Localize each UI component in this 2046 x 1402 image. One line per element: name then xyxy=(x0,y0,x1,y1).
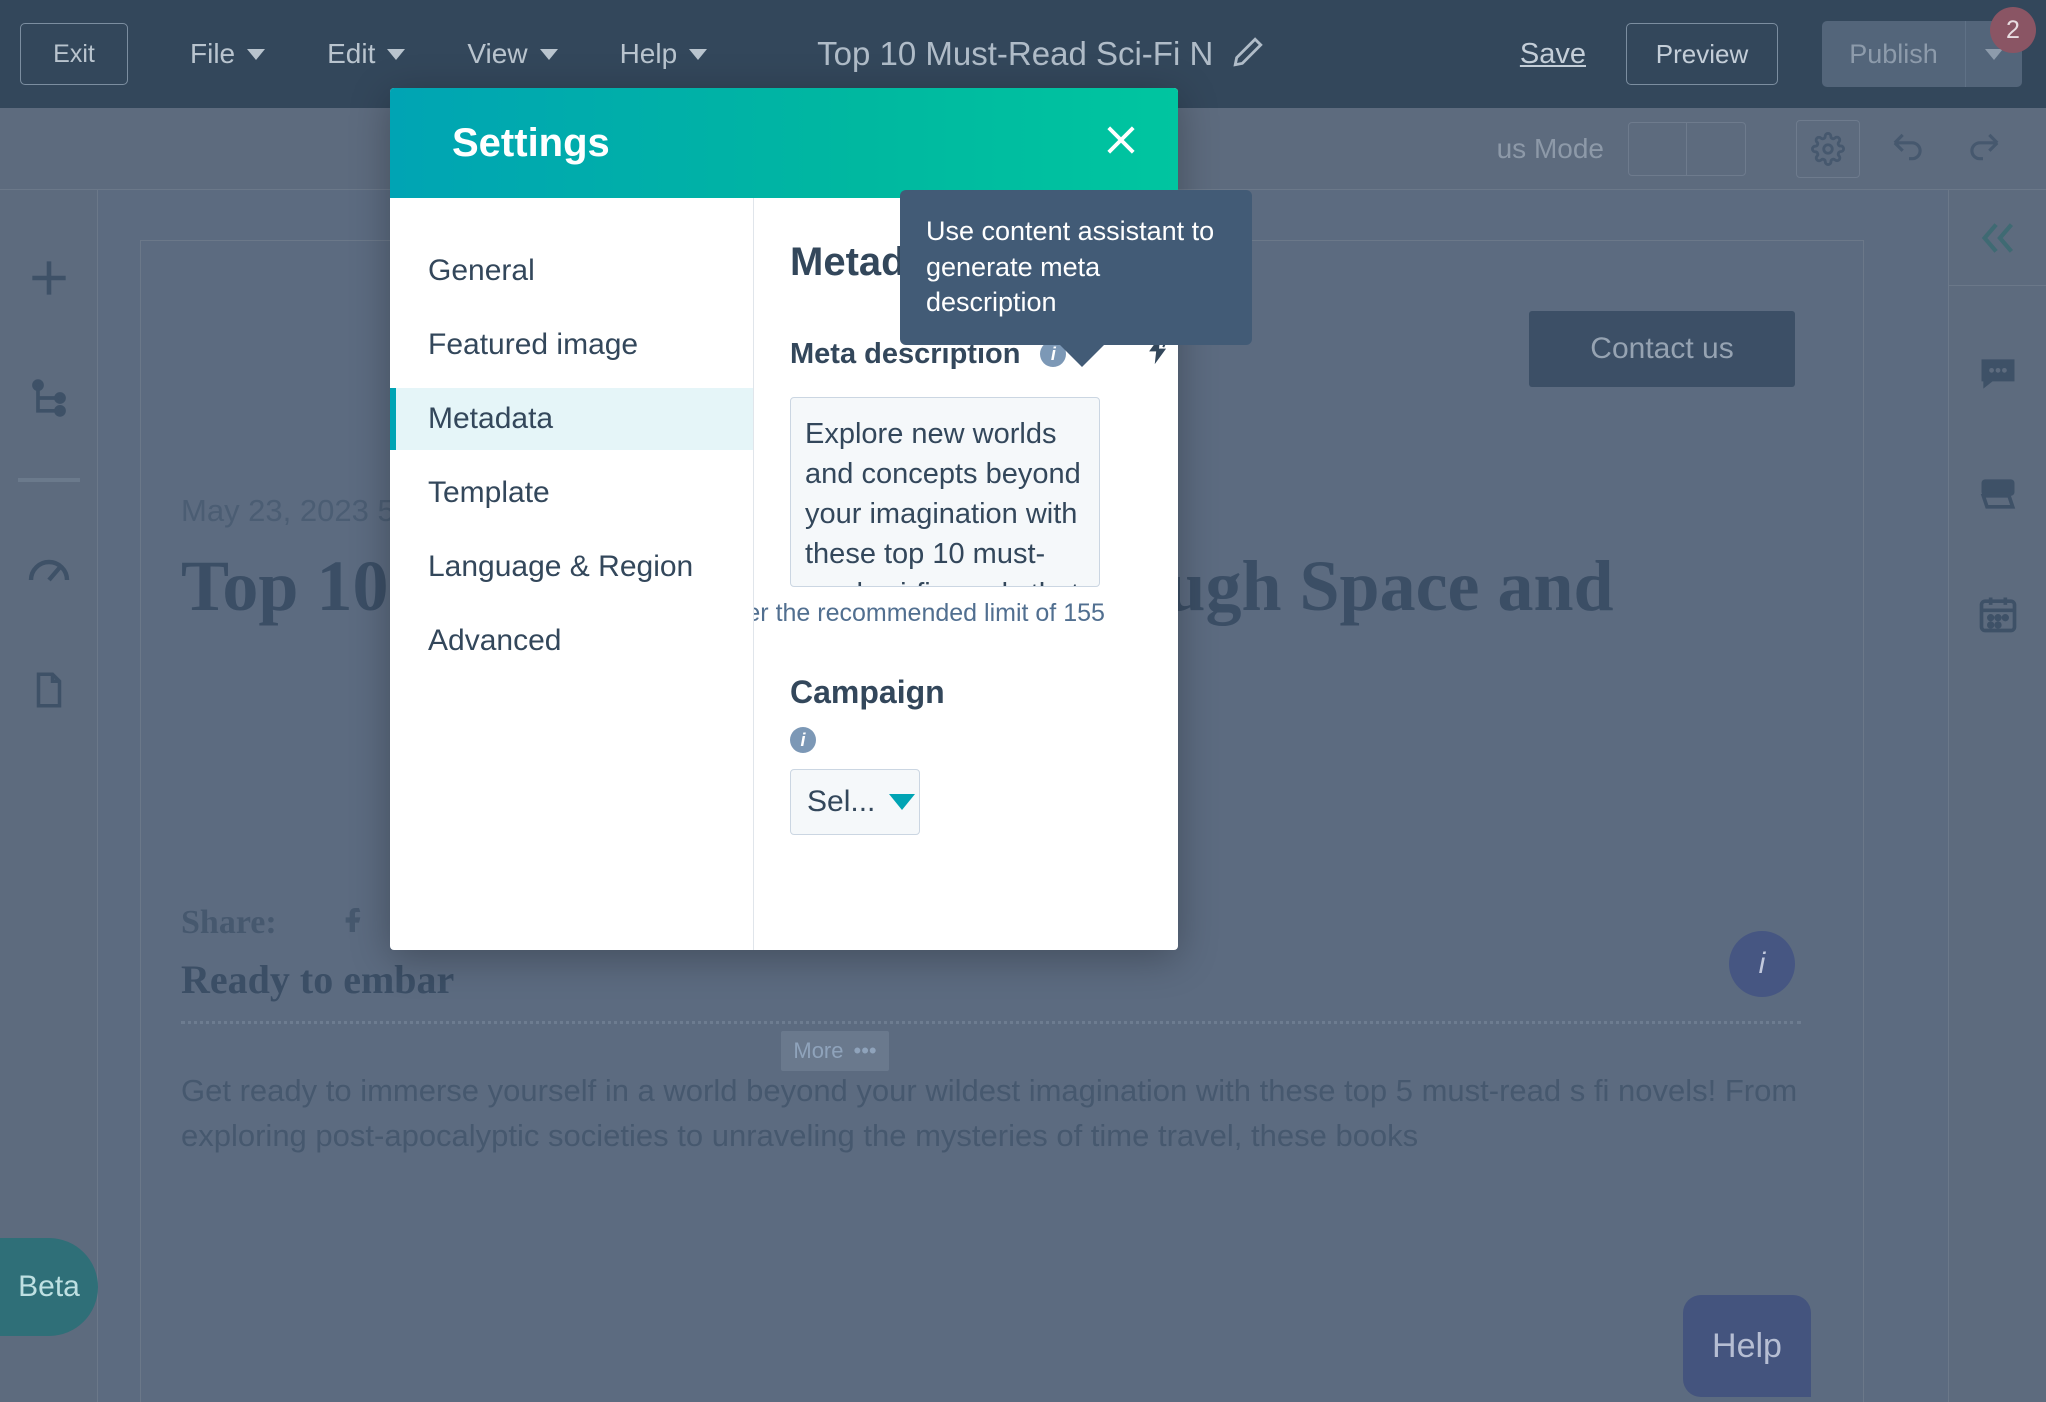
settings-modal-header: Settings xyxy=(390,88,1178,198)
settings-nav-language-region[interactable]: Language & Region xyxy=(390,536,753,598)
document-title[interactable]: Top 10 Must-Read Sci-Fi N xyxy=(817,35,1213,73)
content-assistant-tooltip-text: Use content assistant to generate meta d… xyxy=(926,216,1215,318)
publish-button[interactable]: Publish xyxy=(1822,21,1966,87)
rail-divider xyxy=(17,478,80,482)
left-sidebar-rail xyxy=(0,190,98,1402)
pencil-icon[interactable] xyxy=(1231,35,1265,74)
notification-badge[interactable]: 2 xyxy=(1990,7,2036,53)
campaign-info-row: i xyxy=(790,727,1178,753)
ellipsis-icon: ••• xyxy=(853,1038,877,1063)
settings-nav-metadata-label: Metadata xyxy=(428,402,554,435)
campaign-select[interactable]: Sel... xyxy=(790,769,920,835)
help-floating-button[interactable]: Help xyxy=(1683,1295,1811,1397)
content-assistant-tooltip: Use content assistant to generate meta d… xyxy=(900,190,1252,367)
chevron-down-icon xyxy=(689,48,708,60)
gear-icon[interactable] xyxy=(1796,119,1860,178)
undo-icon[interactable] xyxy=(1890,127,1928,170)
caret-down-icon xyxy=(889,794,916,810)
chevron-down-icon xyxy=(247,48,266,60)
save-button[interactable]: Save xyxy=(1520,38,1586,71)
settings-nav-general[interactable]: General xyxy=(390,240,753,302)
contact-us-button[interactable]: Contact us xyxy=(1529,311,1795,387)
article-subheading: Ready to embar xyxy=(181,957,455,1002)
section-divider xyxy=(181,1021,1801,1024)
app-root: Exit File Edit View Help Top 10 Must-Rea… xyxy=(0,0,2046,1402)
settings-nav-template[interactable]: Template xyxy=(390,462,753,524)
menu-help-label: Help xyxy=(619,38,678,69)
calendar-icon[interactable] xyxy=(1966,582,2030,646)
campaign-select-value: Sel... xyxy=(807,785,876,818)
article-body: Get ready to immerse yourself in a world… xyxy=(181,1073,1798,1153)
info-icon[interactable]: i xyxy=(790,727,816,753)
menu-view[interactable]: View xyxy=(467,38,558,70)
focus-mode-label: us Mode xyxy=(1496,132,1604,164)
redo-icon[interactable] xyxy=(1964,127,2002,170)
add-icon[interactable] xyxy=(17,246,81,310)
share-label: Share: xyxy=(181,903,277,941)
menu-view-label: View xyxy=(467,38,528,69)
settings-nav-advanced[interactable]: Advanced xyxy=(390,610,753,672)
settings-nav-advanced-label: Advanced xyxy=(428,624,562,657)
settings-modal-title: Settings xyxy=(452,120,610,165)
preview-button-label: Preview xyxy=(1655,38,1749,69)
menu-file[interactable]: File xyxy=(190,38,266,70)
menu-file-label: File xyxy=(190,38,236,69)
close-icon[interactable] xyxy=(1100,119,1142,168)
info-floating-button[interactable]: i xyxy=(1729,931,1795,997)
settings-nav-general-label: General xyxy=(428,254,535,287)
modules-icon[interactable] xyxy=(1966,462,2030,526)
menu-help[interactable]: Help xyxy=(620,38,708,70)
comments-icon[interactable] xyxy=(1966,342,2030,406)
chevron-down-icon xyxy=(1985,48,2003,60)
settings-nav-language-region-label: Language & Region xyxy=(428,550,694,583)
undo-redo-group xyxy=(1890,127,2002,170)
menu-edit-label: Edit xyxy=(327,38,376,69)
beta-badge[interactable]: Beta xyxy=(0,1238,98,1336)
contact-us-label: Contact us xyxy=(1590,332,1734,365)
chevrons-left-icon[interactable] xyxy=(1949,190,2046,286)
exit-button-label: Exit xyxy=(53,39,95,68)
publish-button-group[interactable]: Publish 2 xyxy=(1822,7,2036,87)
settings-nav: General Featured image Metadata Template… xyxy=(390,198,754,950)
meta-description-input[interactable]: Explore new worlds and concepts beyond y… xyxy=(790,397,1100,587)
menu-edit[interactable]: Edit xyxy=(327,38,406,70)
chevron-down-icon xyxy=(387,48,406,60)
settings-nav-featured-image-label: Featured image xyxy=(428,328,639,361)
page-icon[interactable] xyxy=(17,658,81,722)
campaign-label: Campaign xyxy=(790,674,945,710)
topnav-actions: Save Preview Publish 2 xyxy=(1520,7,2046,87)
settings-nav-featured-image[interactable]: Featured image xyxy=(390,314,753,376)
meta-description-helper-text: rers over the recommended limit of 155 xyxy=(754,599,1105,627)
facebook-icon[interactable] xyxy=(339,901,371,944)
more-button[interactable]: More ••• xyxy=(781,1031,889,1071)
exit-button[interactable]: Exit xyxy=(20,23,128,85)
preview-button[interactable]: Preview xyxy=(1626,23,1778,85)
right-sidebar-rail xyxy=(1948,190,2046,1402)
mode-option-1[interactable] xyxy=(1629,122,1687,175)
mode-option-2[interactable] xyxy=(1687,123,1745,175)
more-button-label: More xyxy=(793,1038,844,1063)
mode-segmented-control[interactable] xyxy=(1628,121,1746,176)
sitemap-icon[interactable] xyxy=(17,366,81,430)
settings-nav-template-label: Template xyxy=(428,476,550,509)
chevron-down-icon xyxy=(539,48,558,60)
settings-nav-metadata[interactable]: Metadata xyxy=(390,388,753,450)
performance-icon[interactable] xyxy=(17,538,81,602)
